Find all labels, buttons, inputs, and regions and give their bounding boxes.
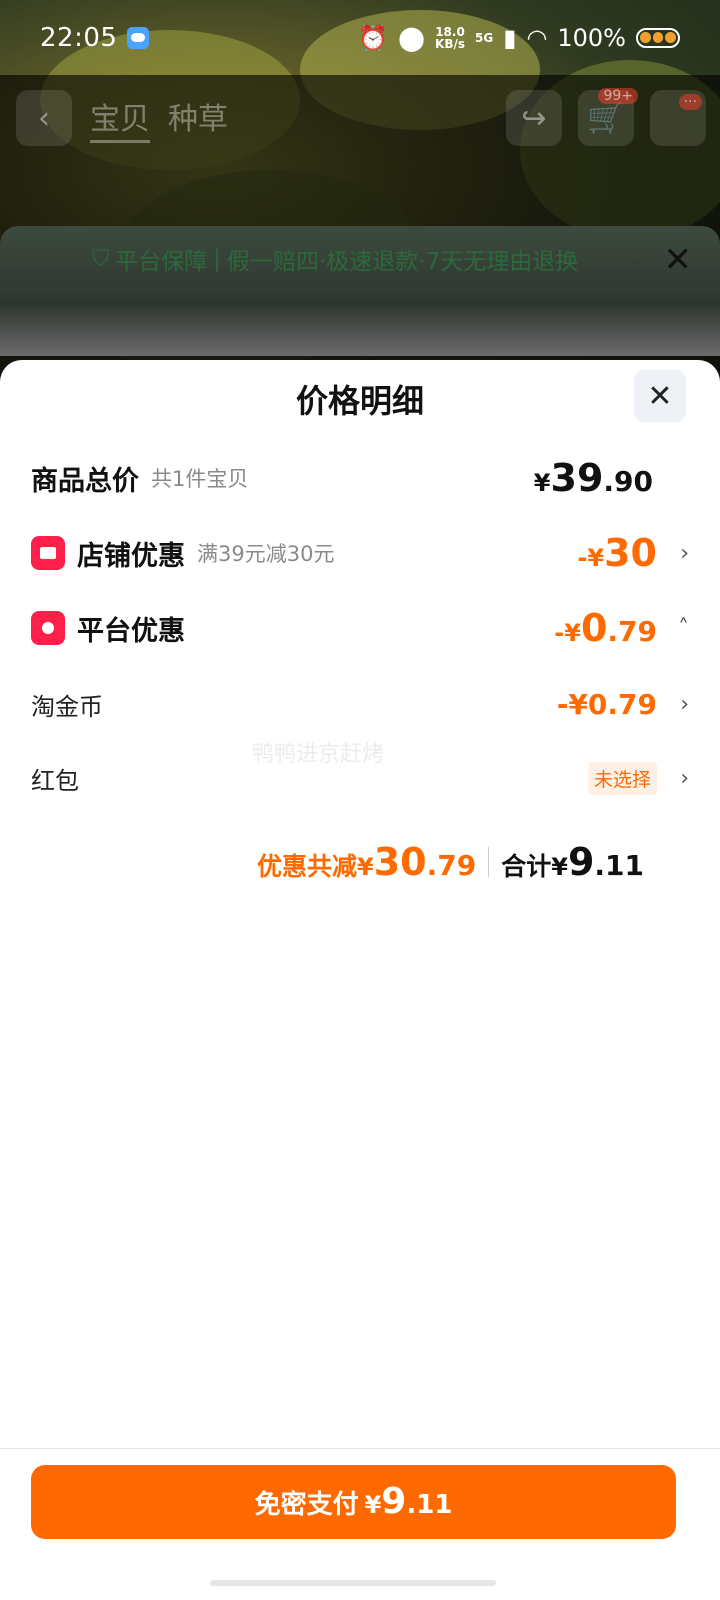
total-yen: ¥: [533, 469, 551, 497]
chevron-right-icon: ›: [680, 540, 689, 566]
shop-discount-rule: 满39元减30元: [197, 542, 335, 566]
row-platform-discount[interactable]: 平台优惠 -¥ 0 .79 ˄: [31, 603, 689, 653]
sheet-title: 价格明细: [295, 382, 424, 420]
shield-icon: ⛉: [92, 246, 110, 272]
back-button[interactable]: ‹: [16, 90, 72, 146]
divider: |: [213, 246, 221, 272]
sheet-close-button[interactable]: ✕: [634, 370, 686, 422]
pay-label: 免密支付: [254, 1490, 359, 1520]
row-red-packet[interactable]: 红包 未选择 ›: [31, 753, 689, 803]
cart-badge: 99+: [598, 88, 638, 104]
banner-close-icon[interactable]: ✕: [664, 240, 693, 280]
platform-discount-label: 平台优惠: [77, 615, 185, 647]
platform-dec: .79: [607, 615, 657, 648]
platform-int: 0: [580, 606, 608, 650]
discount-int: 30: [373, 840, 427, 884]
more-button[interactable]: ···: [650, 90, 706, 146]
status-bar: 22:05 ⏰ ⬤ 18.0 KB/s 5G ▮ ◠ 100%: [0, 0, 720, 75]
chevron-up-icon: ˄: [678, 615, 689, 641]
network-type: 5G: [475, 30, 494, 45]
guarantee-text: 假一赔四·极速退款·7天无理由退换: [227, 249, 579, 275]
platform-prefix: -¥: [554, 619, 581, 647]
total-amount: ¥ 39 .90: [534, 456, 653, 500]
bottom-divider: [0, 1448, 720, 1449]
grand-total-label: 合计: [501, 852, 552, 881]
summary-divider: [488, 847, 490, 877]
red-packet-value: 未选择: [587, 761, 657, 795]
back-icon: ‹: [38, 100, 50, 136]
grand-total-dec: .11: [594, 849, 644, 882]
row-total-price: 商品总价 共1件宝贝 ¥ 39 .90: [31, 453, 689, 503]
discount-dec: .79: [426, 849, 477, 882]
tag-icon: [31, 611, 65, 645]
wifi-icon: ◠: [526, 23, 548, 52]
pay-button[interactable]: 免密支付 ¥ 9 .11: [31, 1465, 676, 1539]
pay-dec: .11: [406, 1490, 453, 1520]
share-button[interactable]: ↪: [506, 90, 562, 146]
total-dec: .90: [603, 465, 653, 498]
more-badge: ···: [678, 94, 702, 110]
location-icon: ⬤: [398, 23, 426, 52]
grand-total-yen: ¥: [551, 853, 568, 881]
taojinbi-amount: -¥0.79: [556, 687, 657, 721]
pay-yen: ¥: [364, 1491, 382, 1519]
chevron-right-icon: ›: [680, 765, 689, 791]
shop-discount-amount: -¥ 30: [577, 531, 657, 575]
shop-discount-label: 店铺优惠: [77, 540, 185, 572]
grand-total-int: 9: [567, 840, 595, 884]
discount-total-label: 优惠共减: [257, 852, 358, 881]
unselected-badge: 未选择: [587, 761, 657, 795]
network-speed: 18.0 KB/s: [435, 26, 465, 50]
row-taojinbi[interactable]: 淘金币 -¥0.79 ›: [31, 679, 689, 729]
product-tabs: 宝贝 种草: [90, 94, 228, 143]
guarantee-banner: ⛉ 平台保障 | 假一赔四·极速退款·7天无理由退换 ✕: [0, 226, 720, 356]
price-summary: 优惠共减 ¥ 30 .79 合计 ¥ 9 .11: [257, 840, 644, 884]
close-icon: ✕: [647, 378, 673, 414]
home-indicator[interactable]: [210, 1580, 496, 1586]
alarm-icon: ⏰: [358, 23, 389, 52]
chevron-right-icon: ›: [680, 691, 689, 717]
row-shop-discount[interactable]: 店铺优惠 满39元减30元 -¥ 30 ›: [31, 528, 689, 578]
cart-icon: 🛒: [587, 100, 625, 136]
tab-zhongcao[interactable]: 种草: [168, 94, 228, 143]
store-icon: [31, 536, 65, 570]
guarantee-title: 平台保障: [115, 249, 208, 275]
red-packet-label: 红包: [31, 766, 79, 795]
total-int: 39: [550, 456, 604, 500]
total-count: 共1件宝贝: [151, 467, 249, 491]
discount-yen: ¥: [357, 853, 374, 881]
product-header: ‹ 宝贝 种草 ↪ 🛒 99+ ···: [16, 88, 706, 148]
shop-prefix: -¥: [577, 544, 605, 572]
total-label: 商品总价: [31, 465, 139, 497]
signal-icon: ▮: [503, 23, 517, 52]
platform-discount-amount: -¥ 0 .79: [554, 606, 657, 650]
weather-icon: [127, 26, 150, 49]
pay-int: 9: [381, 1481, 407, 1522]
speed-unit: KB/s: [435, 36, 465, 51]
cart-button[interactable]: 🛒 99+: [578, 88, 638, 146]
status-time: 22:05: [40, 22, 118, 53]
battery-icon: [636, 27, 680, 48]
battery-percent: 100%: [557, 23, 626, 52]
tab-baobei[interactable]: 宝贝: [90, 94, 150, 143]
shop-int: 30: [604, 531, 657, 575]
taojinbi-label: 淘金币: [31, 692, 103, 721]
share-icon: ↪: [521, 100, 547, 136]
